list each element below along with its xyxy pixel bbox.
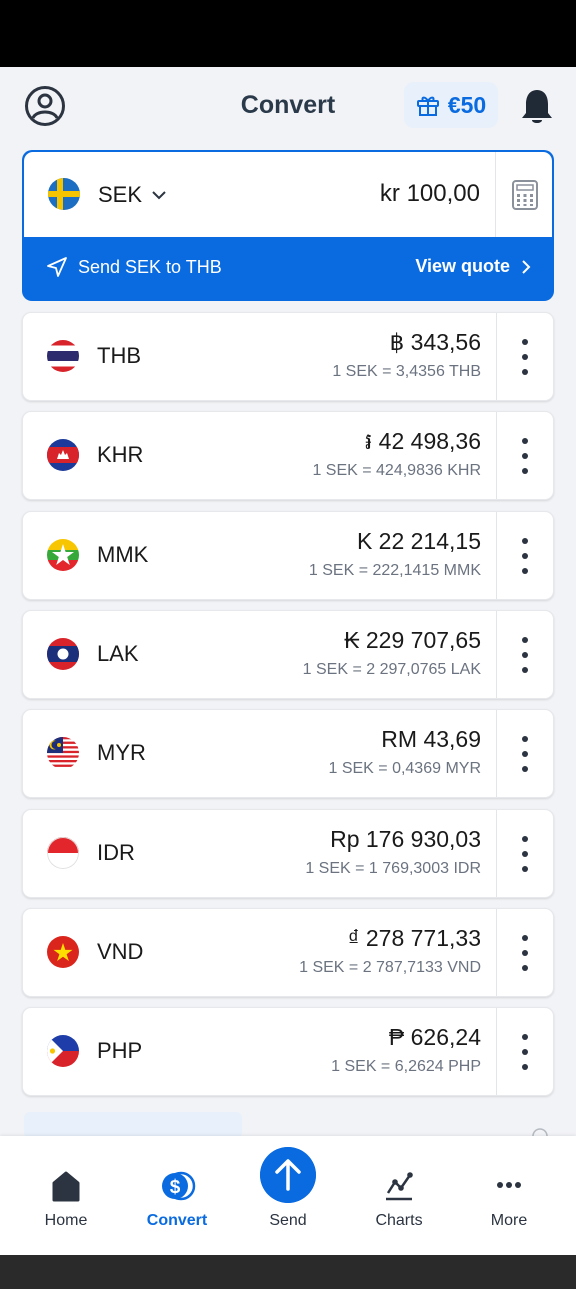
convert-icon: $ — [162, 1171, 196, 1201]
currency-code: THB — [97, 343, 141, 368]
converted-amount: RM 43,69 — [381, 726, 481, 752]
myanmar-flag-icon — [47, 539, 79, 571]
currency-row-lak[interactable]: LAK ₭ 229 707,65 1 SEK = 2 297,0765 LAK — [22, 610, 554, 699]
send-label: Send SEK to THB — [78, 256, 222, 277]
base-currency-code[interactable]: SEK — [98, 182, 142, 208]
divider — [496, 611, 497, 698]
currency-row-khr[interactable]: KHR ៛ 42 498,36 1 SEK = 424,9836 KHR — [22, 411, 554, 500]
exchange-rate: 1 SEK = 6,2624 PHP — [331, 1058, 481, 1075]
base-currency-input[interactable]: SEK kr 100,00 — [24, 152, 552, 237]
currency-code: PHP — [97, 1038, 143, 1063]
currency-code: KHR — [97, 442, 144, 467]
divider — [496, 412, 497, 499]
kebab-icon[interactable] — [515, 734, 535, 774]
divider — [495, 152, 496, 237]
kebab-icon[interactable] — [515, 933, 535, 973]
currency-code: VND — [97, 939, 144, 964]
currency-row-php[interactable]: PHP ₱ 626,24 1 SEK = 6,2624 PHP — [22, 1007, 554, 1096]
converted-amount: ฿ 343,56 — [389, 329, 481, 355]
exchange-rate: 1 SEK = 1 769,3003 IDR — [305, 860, 481, 877]
exchange-rate: 1 SEK = 2 297,0765 LAK — [302, 661, 481, 678]
arrow-up-icon[interactable] — [260, 1147, 316, 1203]
divider — [496, 710, 497, 797]
nav-home-label: Home — [44, 1212, 88, 1229]
kebab-icon[interactable] — [515, 834, 535, 874]
currency-code: MMK — [97, 542, 149, 567]
converted-amount: ₱ 626,24 — [388, 1024, 481, 1050]
system-navigation-bar — [0, 1255, 576, 1289]
exchange-rate: 1 SEK = 424,9836 KHR — [312, 462, 481, 479]
currency-row-thb[interactable]: THB ฿ 343,56 1 SEK = 3,4356 THB — [22, 312, 554, 401]
kebab-icon[interactable] — [515, 337, 535, 377]
converted-amount: K 22 214,15 — [356, 528, 481, 554]
view-quote-label: View quote — [415, 256, 510, 276]
converted-amount: Rp 176 930,03 — [330, 826, 481, 852]
currency-code: IDR — [97, 840, 135, 865]
nav-more[interactable]: More — [454, 1136, 564, 1255]
chevron-right-icon — [522, 259, 531, 274]
chevron-down-icon[interactable] — [150, 186, 168, 204]
currency-code: MYR — [97, 740, 146, 765]
nav-convert-label: Convert — [146, 1212, 208, 1229]
thailand-flag-icon — [47, 340, 79, 372]
philippines-flag-icon — [47, 1035, 79, 1067]
exchange-rate: 1 SEK = 2 787,7133 VND — [299, 959, 481, 976]
currency-code: LAK — [97, 641, 139, 666]
kebab-icon[interactable] — [515, 635, 535, 675]
divider — [496, 313, 497, 400]
charts-icon — [386, 1172, 413, 1201]
nav-convert[interactable]: $ Convert — [122, 1136, 232, 1255]
bell-icon[interactable] — [518, 87, 556, 127]
nav-charts-label: Charts — [375, 1212, 423, 1229]
converted-amount: ៛ 42 498,36 — [364, 428, 481, 454]
gift-icon — [416, 96, 439, 116]
kebab-icon[interactable] — [515, 1032, 535, 1072]
exchange-rate: 1 SEK = 0,4369 MYR — [328, 760, 481, 777]
send-icon — [47, 257, 67, 277]
nav-home[interactable]: Home — [11, 1136, 121, 1255]
currency-row-myr[interactable]: MYR RM 43,69 1 SEK = 0,4369 MYR — [22, 709, 554, 798]
calculator-icon[interactable] — [512, 180, 538, 210]
view-quote-button[interactable]: View quote — [415, 256, 532, 277]
cambodia-flag-icon — [47, 439, 79, 471]
currency-row-mmk[interactable]: MMK K 22 214,15 1 SEK = 222,1415 MMK — [22, 511, 554, 600]
malaysia-flag-icon — [47, 737, 79, 769]
kebab-icon[interactable] — [515, 436, 535, 476]
divider — [496, 810, 497, 897]
exchange-rate: 1 SEK = 3,4356 THB — [332, 363, 481, 380]
send-currency-link[interactable]: Send SEK to THB — [46, 256, 222, 278]
reward-amount: €50 — [447, 91, 487, 118]
nav-more-label: More — [490, 1212, 528, 1229]
exchange-rate: 1 SEK = 222,1415 MMK — [308, 562, 481, 579]
vietnam-flag-icon — [47, 936, 79, 968]
sweden-flag-icon — [48, 178, 80, 210]
laos-flag-icon — [47, 638, 79, 670]
header: Convert €50 — [0, 67, 576, 143]
status-bar — [0, 0, 576, 67]
currency-row-vnd[interactable]: VND ₫ 278 771,33 1 SEK = 2 787,7133 VND — [22, 908, 554, 997]
currency-row-idr[interactable]: IDR Rp 176 930,03 1 SEK = 1 769,3003 IDR — [22, 809, 554, 898]
home-icon — [52, 1171, 80, 1202]
divider — [496, 1008, 497, 1095]
reward-button[interactable]: €50 — [404, 82, 498, 128]
kebab-icon[interactable] — [515, 536, 535, 576]
base-amount-input[interactable]: kr 100,00 — [380, 180, 480, 208]
divider — [496, 512, 497, 599]
next-card-peek — [24, 1112, 548, 1138]
converted-amount: ₫ 278 771,33 — [347, 925, 481, 951]
converted-amount: ₭ 229 707,65 — [344, 627, 481, 653]
nav-send-label: Send — [269, 1212, 307, 1229]
more-icon — [497, 1182, 521, 1188]
divider — [496, 909, 497, 996]
base-currency-card[interactable]: SEK kr 100,00 Send SEK to THB View quote — [22, 150, 554, 301]
nav-charts[interactable]: Charts — [344, 1136, 454, 1255]
indonesia-flag-icon — [47, 837, 79, 869]
svg-text:$: $ — [170, 1177, 181, 1198]
